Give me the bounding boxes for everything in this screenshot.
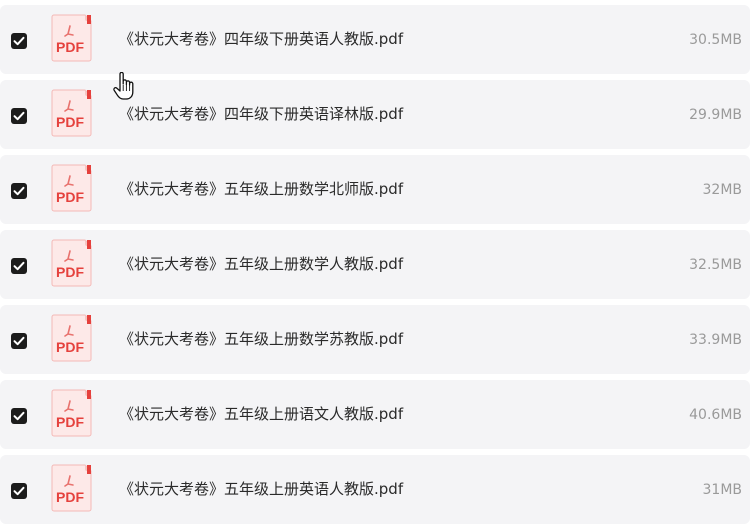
svg-text:PDF: PDF [56, 39, 84, 55]
file-row[interactable]: PDF 《状元大考卷》五年级上册数学北师版.pdf 32MB [0, 155, 750, 224]
file-size: 31MB [702, 482, 743, 498]
pdf-file-icon: PDF [51, 314, 92, 362]
checkbox-checked[interactable] [11, 333, 27, 349]
file-size: 32.5MB [689, 257, 742, 273]
file-size: 33.9MB [689, 332, 742, 348]
pdf-file-icon: PDF [51, 14, 92, 62]
svg-text:PDF: PDF [56, 189, 84, 205]
pdf-file-icon: PDF [51, 239, 92, 287]
file-name[interactable]: 《状元大考卷》四年级下册英语译林版.pdf [119, 104, 403, 124]
pdf-file-icon: PDF [51, 89, 92, 137]
file-row[interactable]: PDF 《状元大考卷》五年级上册语文人教版.pdf 40.6MB [0, 380, 750, 449]
file-name[interactable]: 《状元大考卷》五年级上册语文人教版.pdf [119, 404, 403, 424]
svg-text:PDF: PDF [56, 339, 84, 355]
file-name[interactable]: 《状元大考卷》五年级上册英语人教版.pdf [119, 479, 403, 499]
checkbox-checked[interactable] [11, 408, 27, 424]
svg-text:PDF: PDF [56, 264, 84, 280]
file-row[interactable]: PDF 《状元大考卷》四年级下册英语译林版.pdf 29.9MB [0, 80, 750, 149]
file-name[interactable]: 《状元大考卷》四年级下册英语人教版.pdf [119, 29, 403, 49]
checkbox-checked[interactable] [11, 483, 27, 499]
file-size: 32MB [702, 182, 743, 198]
pdf-file-icon: PDF [51, 464, 92, 512]
file-row[interactable]: PDF 《状元大考卷》五年级上册英语人教版.pdf 31MB [0, 455, 750, 524]
file-name[interactable]: 《状元大考卷》五年级上册数学苏教版.pdf [119, 329, 403, 349]
svg-text:PDF: PDF [56, 414, 84, 430]
file-row[interactable]: PDF 《状元大考卷》五年级上册数学苏教版.pdf 33.9MB [0, 305, 750, 374]
file-name[interactable]: 《状元大考卷》五年级上册数学人教版.pdf [119, 254, 403, 274]
checkbox-checked[interactable] [11, 183, 27, 199]
svg-text:PDF: PDF [56, 114, 84, 130]
file-name[interactable]: 《状元大考卷》五年级上册数学北师版.pdf [119, 179, 403, 199]
file-size: 30.5MB [689, 32, 742, 48]
file-list: PDF 《状元大考卷》四年级下册英语人教版.pdf 30.5MB PDF 《状元… [0, 5, 750, 530]
checkbox-checked[interactable] [11, 33, 27, 49]
checkbox-checked[interactable] [11, 258, 27, 274]
file-row[interactable]: PDF 《状元大考卷》四年级下册英语人教版.pdf 30.5MB [0, 5, 750, 74]
svg-text:PDF: PDF [56, 489, 84, 505]
file-size: 40.6MB [689, 407, 742, 423]
checkbox-checked[interactable] [11, 108, 27, 124]
file-size: 29.9MB [689, 107, 742, 123]
pdf-file-icon: PDF [51, 389, 92, 437]
pdf-file-icon: PDF [51, 164, 92, 212]
file-row[interactable]: PDF 《状元大考卷》五年级上册数学人教版.pdf 32.5MB [0, 230, 750, 299]
